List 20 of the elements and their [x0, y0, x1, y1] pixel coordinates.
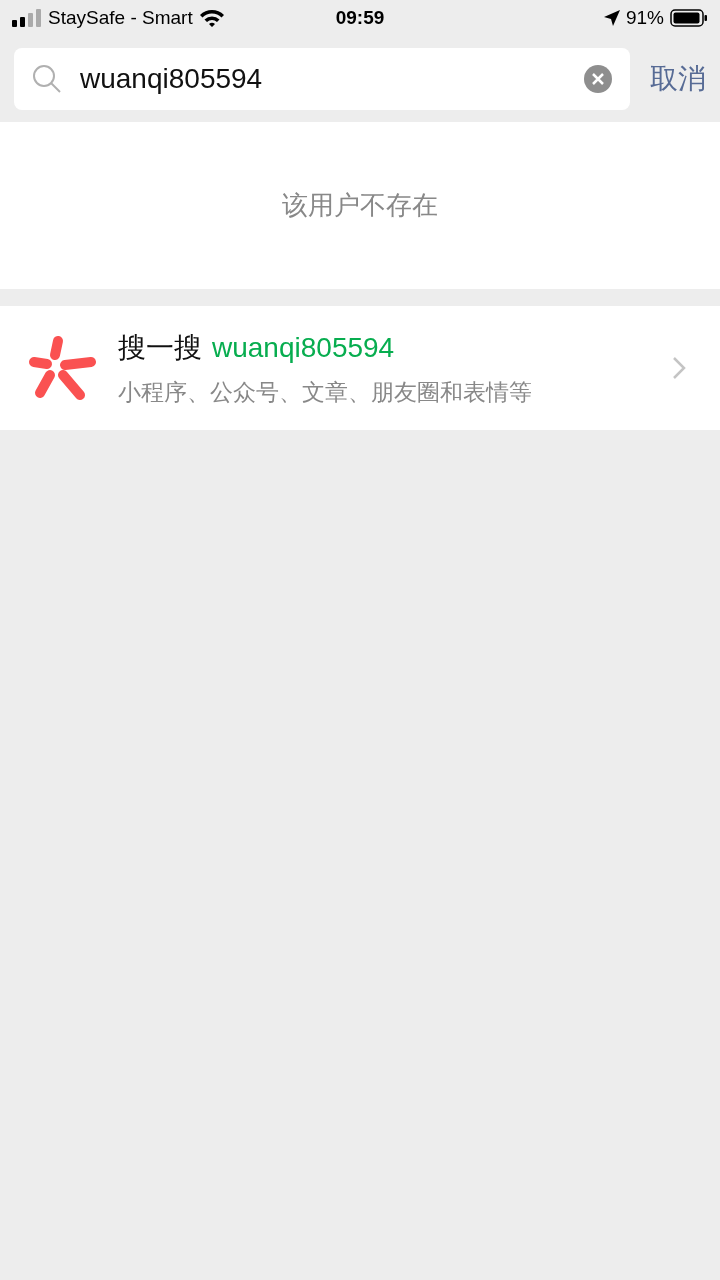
wifi-icon [198, 8, 225, 28]
carrier-name: StaySafe - Smart [48, 5, 193, 30]
clock-time: 09:59 [335, 5, 385, 30]
close-icon [592, 73, 604, 85]
battery-icon [670, 9, 708, 27]
battery-percent: 91% [626, 5, 664, 30]
search-field[interactable]: wuanqi805594 [14, 48, 630, 110]
entry-subtitle: 小程序、公众号、文章、朋友圈和表情等 [118, 377, 533, 407]
search-text: wuanqi805594 [80, 62, 264, 96]
chevron-right-icon [672, 356, 686, 380]
cancel-button[interactable]: 取消 [650, 58, 706, 100]
location-arrow-icon [604, 10, 620, 26]
entry-query: wuanqi805594 [212, 330, 395, 365]
asterisk-logo-icon [28, 335, 96, 401]
clear-button[interactable] [584, 65, 612, 93]
signal-icon [12, 9, 42, 27]
search-icon [32, 64, 62, 94]
search-entry-row[interactable]: 搜一搜 wuanqi805594 小程序、公众号、文章、朋友圈和表情等 [0, 306, 720, 430]
not-found-message: 该用户不存在 [282, 189, 438, 222]
entry-label: 搜一搜 [118, 330, 202, 365]
